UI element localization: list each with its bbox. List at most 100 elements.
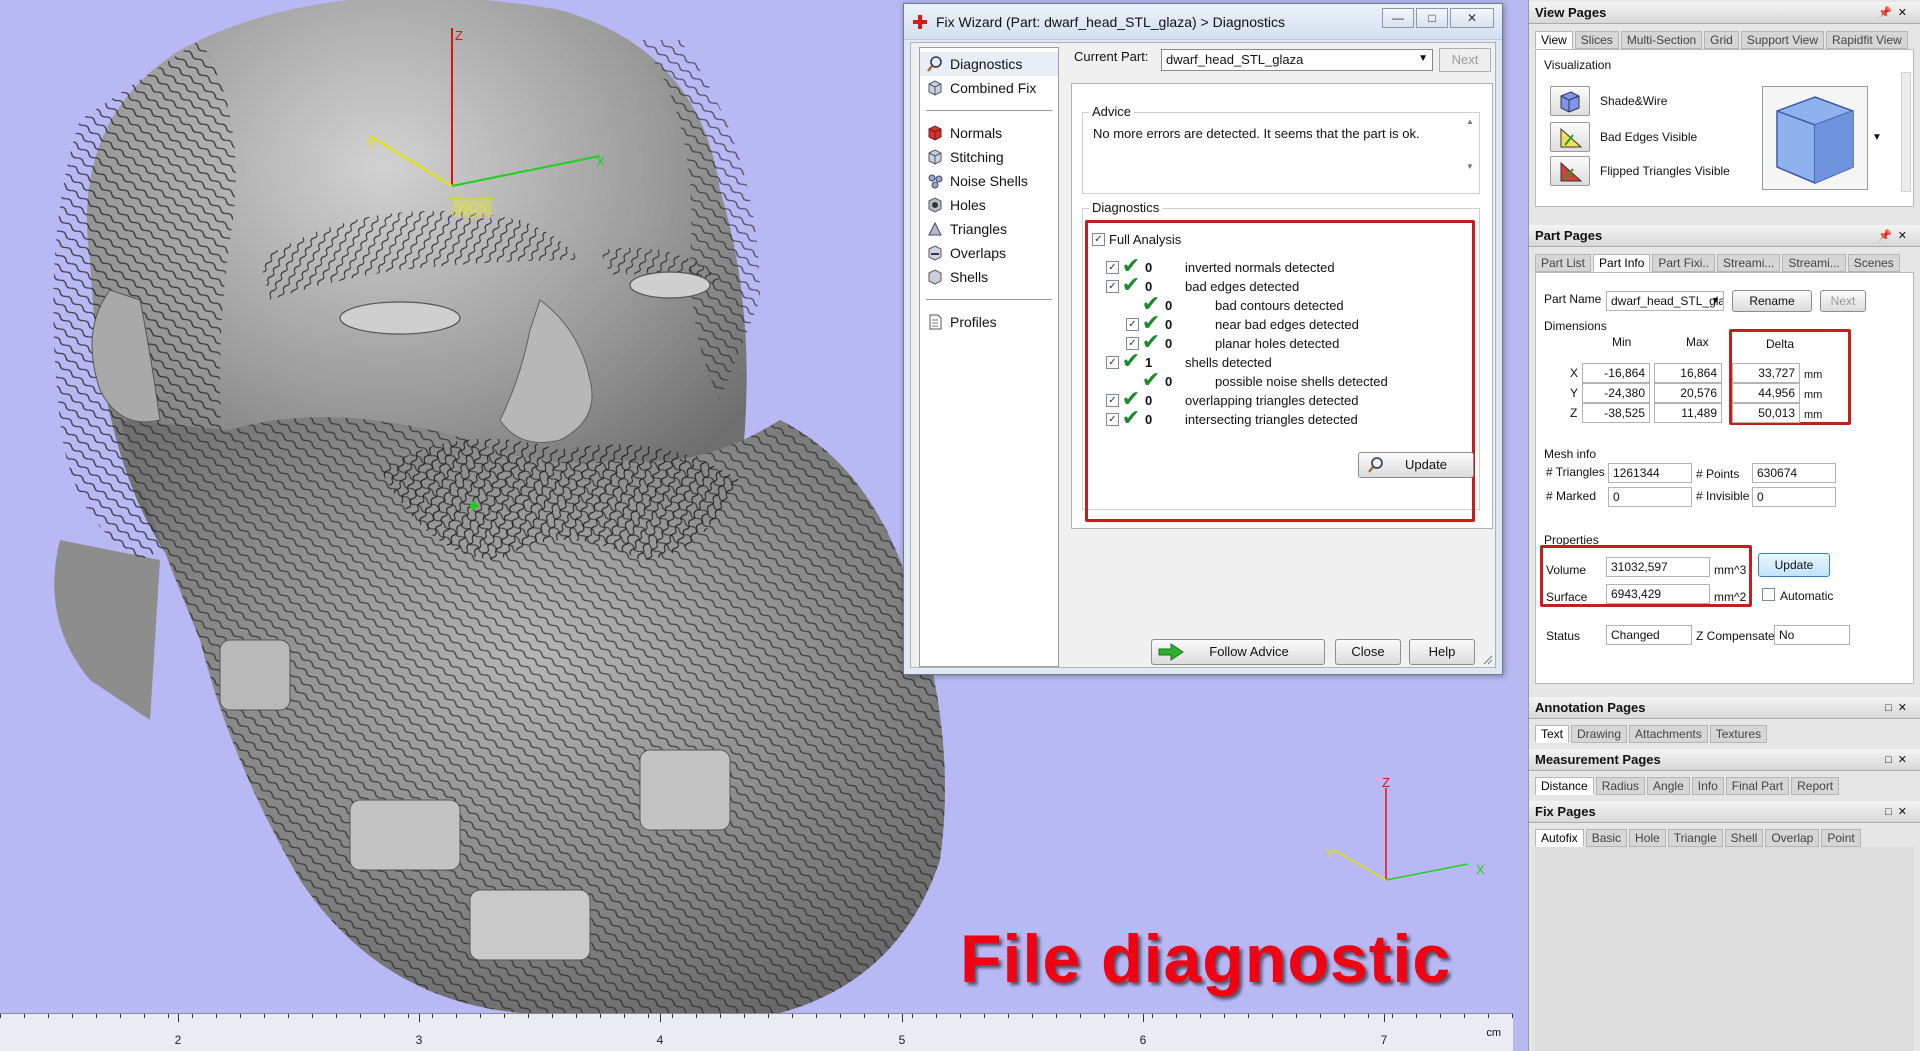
tab-angle[interactable]: Angle — [1647, 777, 1690, 795]
tab-point[interactable]: Point — [1821, 829, 1861, 847]
nav-item-overlaps[interactable]: Overlaps — [920, 241, 1058, 265]
close-icon[interactable]: ✕ — [1898, 230, 1913, 242]
fix-wizard-dialog: Fix Wizard (Part: dwarf_head_STL_glaza) … — [903, 3, 1503, 675]
diagnostic-checkbox[interactable]: ✓ — [1106, 355, 1119, 369]
tab-part-info[interactable]: Part Info — [1593, 254, 1651, 272]
dialog-titlebar[interactable]: Fix Wizard (Part: dwarf_head_STL_glaza) … — [904, 4, 1502, 40]
tab-streami[interactable]: Streami... — [1782, 254, 1846, 272]
dim-max-field: 20,576 — [1654, 383, 1722, 403]
tab-text[interactable]: Text — [1535, 725, 1570, 743]
tab-multi-section[interactable]: Multi-Section — [1620, 31, 1703, 49]
tab-textures[interactable]: Textures — [1709, 725, 1768, 743]
tab-streami[interactable]: Streami... — [1717, 254, 1781, 272]
invisible-field: 0 — [1752, 487, 1836, 507]
part-next-button[interactable]: Next — [1820, 290, 1866, 312]
tab-part-fixi[interactable]: Part Fixi.. — [1652, 254, 1716, 272]
close-icon[interactable]: ✕ — [1898, 754, 1913, 766]
bad-edges-label: Bad Edges Visible — [1600, 130, 1698, 144]
restore-icon[interactable]: □ — [1885, 702, 1898, 714]
diagnostic-checkbox[interactable]: ✓ — [1106, 393, 1119, 407]
diagnostic-checkbox[interactable]: ✓ — [1126, 336, 1139, 350]
diagnostic-checkbox[interactable]: ✓ — [1106, 279, 1119, 293]
pin-icon[interactable]: 📌 — [1878, 230, 1898, 242]
tab-info[interactable]: Info — [1691, 777, 1724, 795]
nav-item-normals[interactable]: Normals — [920, 121, 1058, 145]
pin-icon[interactable]: 📌 — [1878, 7, 1898, 19]
bad-edges-button[interactable] — [1550, 122, 1590, 152]
minimize-button[interactable]: — — [1382, 8, 1414, 28]
tab-hole[interactable]: Hole — [1629, 829, 1666, 847]
ruler-tick — [264, 1014, 265, 1018]
view-cube-preview[interactable] — [1762, 86, 1868, 190]
nav-item-profiles[interactable]: Profiles — [920, 310, 1058, 334]
tab-autofix[interactable]: Autofix — [1535, 829, 1584, 847]
triad-z-label: Z — [1382, 775, 1390, 790]
tab-drawing[interactable]: Drawing — [1571, 725, 1628, 743]
restore-icon[interactable]: □ — [1885, 754, 1898, 766]
tab-distance[interactable]: Distance — [1535, 777, 1594, 795]
advice-scrollbar[interactable]: ▲ ▼ — [1463, 117, 1477, 189]
tab-final-part[interactable]: Final Part — [1725, 777, 1790, 795]
annotation-pages-header[interactable]: Annotation Pages □✕ — [1529, 697, 1920, 719]
tab-part-list[interactable]: Part List — [1535, 254, 1592, 272]
tab-view[interactable]: View — [1535, 31, 1573, 49]
full-analysis-row[interactable]: ✓ Full Analysis — [1092, 230, 1181, 248]
nav-item-stitching[interactable]: Stitching — [920, 145, 1058, 169]
diagnostic-checkbox[interactable]: ✓ — [1106, 260, 1119, 274]
fix-pages-header[interactable]: Fix Pages □✕ — [1529, 801, 1920, 823]
nav-item-combined-fix[interactable]: Combined Fix — [920, 76, 1058, 100]
flipped-triangles-button[interactable] — [1550, 156, 1590, 186]
wcs-z-label: Z — [455, 28, 463, 43]
tab-triangle[interactable]: Triangle — [1667, 829, 1723, 847]
shade-wire-button[interactable] — [1550, 86, 1590, 116]
measurement-pages-title: Measurement Pages — [1535, 752, 1661, 767]
view-pages-header[interactable]: View Pages 📌✕ — [1529, 2, 1920, 24]
tab-basic[interactable]: Basic — [1585, 829, 1628, 847]
maximize-button[interactable]: □ — [1416, 8, 1448, 28]
resize-grip-icon[interactable] — [1481, 653, 1493, 665]
nav-item-diagnostics[interactable]: Diagnostics — [920, 52, 1058, 76]
full-analysis-checkbox[interactable]: ✓ — [1092, 232, 1105, 246]
current-part-select[interactable]: dwarf_head_STL_glaza ▼ — [1161, 49, 1433, 71]
part-name-select[interactable]: dwarf_head_STL_gla ▼ — [1606, 291, 1724, 311]
update-button[interactable]: Update — [1358, 452, 1474, 478]
green-arrow-icon — [1158, 643, 1184, 661]
nav-item-noise-shells[interactable]: Noise Shells — [920, 169, 1058, 193]
ruler-tick — [1176, 1014, 1177, 1018]
rename-button[interactable]: Rename — [1732, 290, 1812, 312]
help-button[interactable]: Help — [1409, 639, 1475, 665]
ruler-tick — [624, 1014, 625, 1018]
tab-rapidfit-view[interactable]: Rapidfit View — [1826, 31, 1908, 49]
close-icon[interactable]: ✕ — [1898, 702, 1913, 714]
tab-overlap[interactable]: Overlap — [1765, 829, 1820, 847]
close-icon[interactable]: ✕ — [1898, 806, 1913, 818]
tab-slices[interactable]: Slices — [1574, 31, 1619, 49]
tab-radius[interactable]: Radius — [1595, 777, 1646, 795]
tab-shell[interactable]: Shell — [1724, 829, 1764, 847]
tab-support-view[interactable]: Support View — [1740, 31, 1824, 49]
diagnostic-checkbox[interactable]: ✓ — [1106, 412, 1119, 426]
marked-label: # Marked — [1546, 489, 1597, 503]
tab-attachments[interactable]: Attachments — [1629, 725, 1708, 743]
close-button[interactable]: Close — [1335, 639, 1401, 665]
tab-scenes[interactable]: Scenes — [1847, 254, 1900, 272]
tab-grid[interactable]: Grid — [1704, 31, 1739, 49]
follow-advice-button[interactable]: Follow Advice — [1151, 639, 1325, 665]
nav-item-shells[interactable]: Shells — [920, 265, 1058, 289]
ruler-label: 5 — [898, 1033, 906, 1047]
close-window-button[interactable]: ✕ — [1450, 8, 1494, 28]
restore-icon[interactable]: □ — [1885, 806, 1898, 818]
ruler-tick — [552, 1014, 553, 1018]
close-icon[interactable]: ✕ — [1898, 7, 1913, 19]
measurement-pages-header[interactable]: Measurement Pages □✕ — [1529, 749, 1920, 771]
properties-update-button[interactable]: Update — [1758, 553, 1830, 577]
nav-item-holes[interactable]: Holes — [920, 193, 1058, 217]
nav-item-triangles[interactable]: Triangles — [920, 217, 1058, 241]
view-pages-scrollbar[interactable] — [1901, 72, 1911, 192]
view-cube-dropdown-icon[interactable]: ▼ — [1872, 132, 1882, 143]
automatic-checkbox[interactable] — [1762, 588, 1775, 601]
part-pages-header[interactable]: Part Pages 📌✕ — [1529, 225, 1920, 247]
tab-report[interactable]: Report — [1791, 777, 1840, 795]
diagnostic-checkbox[interactable]: ✓ — [1126, 317, 1139, 331]
next-button[interactable]: Next — [1439, 48, 1491, 72]
